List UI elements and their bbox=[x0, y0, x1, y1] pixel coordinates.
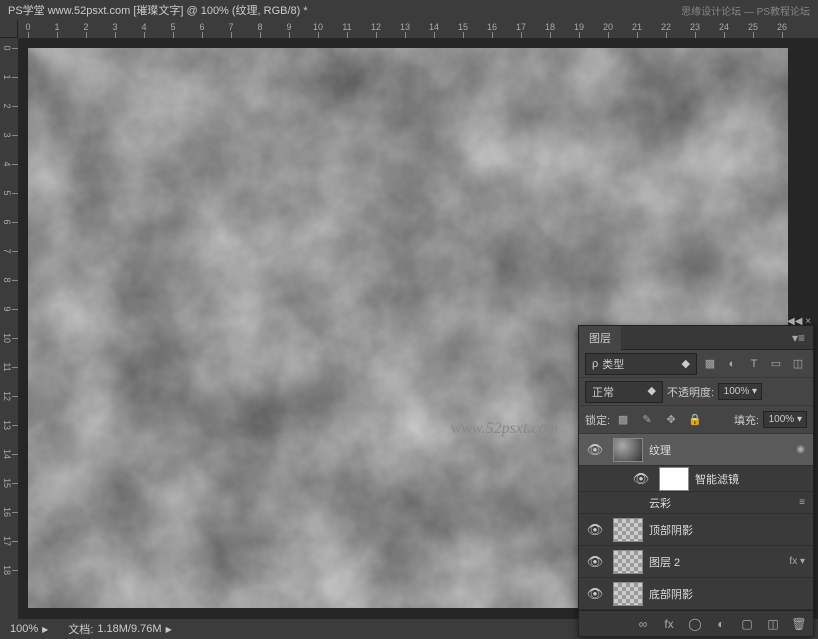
opacity-label: 不透明度: bbox=[667, 384, 714, 400]
filter-pixel-icon[interactable]: ▩ bbox=[701, 355, 719, 373]
blend-opacity-row: 正常◆ 不透明度: 100% ▾ bbox=[579, 378, 813, 406]
layer-name-label[interactable]: 云彩 bbox=[649, 495, 795, 511]
layer-fx-icon[interactable]: fx bbox=[661, 616, 677, 632]
filter-shape-icon[interactable]: ▭ bbox=[767, 355, 785, 373]
blend-mode-select[interactable]: 正常◆ bbox=[585, 381, 663, 403]
layer-item[interactable]: 云彩≡ bbox=[579, 492, 813, 514]
layers-panel-footer: ∞ fx ◯ ◐ ▢ ◫ 🗑 bbox=[579, 610, 813, 636]
link-layers-icon[interactable]: ∞ bbox=[635, 616, 651, 632]
smart-object-badge: ◉ bbox=[792, 444, 809, 455]
filter-toggle-icon[interactable]: ≡ bbox=[795, 497, 809, 508]
layer-thumbnail[interactable] bbox=[613, 582, 643, 606]
layer-name-label[interactable]: 底部阴影 bbox=[649, 586, 809, 602]
zoom-level[interactable]: 100% ▶ bbox=[10, 623, 48, 635]
panel-tab-bar: 图层 ▾≡ bbox=[579, 326, 813, 350]
visibility-toggle[interactable]: 👁 bbox=[583, 522, 607, 538]
visibility-toggle[interactable]: 👁 bbox=[583, 442, 607, 458]
filter-smart-icon[interactable]: ◫ bbox=[789, 355, 807, 373]
layer-filter-type[interactable]: ρ 类型 ◆ bbox=[585, 353, 697, 375]
filter-type-icon[interactable]: T bbox=[745, 355, 763, 373]
lock-position-icon[interactable]: ✥ bbox=[662, 411, 680, 429]
lock-transparent-icon[interactable]: ▩ bbox=[614, 411, 632, 429]
filter-adjustment-icon[interactable]: ◐ bbox=[723, 355, 741, 373]
watermark: www.52psxt.com bbox=[451, 420, 558, 438]
lock-all-icon[interactable]: 🔒 bbox=[686, 411, 704, 429]
visibility-toggle[interactable]: 👁 bbox=[583, 554, 607, 570]
ruler-origin[interactable] bbox=[0, 20, 18, 38]
layers-panel: ◀◀ × 图层 ▾≡ ρ 类型 ◆ ▩ ◐ T ▭ ◫ 正常◆ 不透明度: 10… bbox=[578, 325, 814, 637]
chevron-right-icon: ▶ bbox=[166, 625, 172, 634]
panel-collapse-button[interactable]: ◀◀ × bbox=[787, 316, 811, 327]
document-size[interactable]: 文档: 1.18M/9.76M ▶ bbox=[68, 621, 171, 637]
layer-item[interactable]: 👁 顶部阴影 bbox=[579, 514, 813, 546]
ruler-vertical[interactable]: 0123456789101112131415161718 bbox=[0, 38, 18, 620]
layer-name-label[interactable]: 顶部阴影 bbox=[649, 522, 809, 538]
layer-thumbnail[interactable] bbox=[613, 550, 643, 574]
group-icon[interactable]: ▢ bbox=[739, 616, 755, 632]
layer-thumbnail[interactable] bbox=[613, 518, 643, 542]
titlebar-right-text: 思缘设计论坛 — PS教程论坛 bbox=[681, 3, 810, 18]
lock-label: 锁定: bbox=[585, 412, 610, 428]
delete-layer-icon[interactable]: 🗑 bbox=[791, 616, 807, 632]
lock-paint-icon[interactable]: ✎ bbox=[638, 411, 656, 429]
title-bar: PS学堂 www.52psxt.com [璀璨文字] @ 100% (纹理, R… bbox=[0, 0, 818, 20]
layer-item[interactable]: 👁 纹理◉ bbox=[579, 434, 813, 466]
adjustment-layer-icon[interactable]: ◐ bbox=[713, 616, 729, 632]
layer-item[interactable]: 👁 底部阴影 bbox=[579, 578, 813, 610]
layer-item[interactable]: 👁 图层 2fx ▾ bbox=[579, 546, 813, 578]
layers-list: 👁 纹理◉ 👁 智能滤镜云彩≡ 👁 顶部阴影 👁 图层 2fx ▾ 👁 底部阴影 bbox=[579, 434, 813, 610]
panel-menu-button[interactable]: ▾≡ bbox=[784, 331, 813, 345]
tab-layers[interactable]: 图层 bbox=[579, 326, 621, 350]
layer-thumbnail[interactable] bbox=[613, 438, 643, 462]
layer-mask-icon[interactable]: ◯ bbox=[687, 616, 703, 632]
visibility-toggle[interactable]: 👁 bbox=[583, 586, 607, 602]
ruler-horizontal[interactable]: 0123456789101112131415161718192021222324… bbox=[18, 20, 818, 38]
document-title: PS学堂 www.52psxt.com [璀璨文字] @ 100% (纹理, R… bbox=[8, 2, 308, 18]
opacity-input[interactable]: 100% ▾ bbox=[718, 383, 762, 400]
layer-thumbnail[interactable] bbox=[659, 467, 689, 491]
visibility-toggle[interactable]: 👁 bbox=[629, 471, 653, 487]
layer-filter-row: ρ 类型 ◆ ▩ ◐ T ▭ ◫ bbox=[579, 350, 813, 378]
layer-name-label[interactable]: 纹理 bbox=[649, 442, 792, 458]
new-layer-icon[interactable]: ◫ bbox=[765, 616, 781, 632]
lock-fill-row: 锁定: ▩ ✎ ✥ 🔒 填充: 100% ▾ bbox=[579, 406, 813, 434]
layer-item[interactable]: 👁 智能滤镜 bbox=[579, 466, 813, 492]
fx-badge[interactable]: fx ▾ bbox=[785, 556, 809, 567]
layer-name-label[interactable]: 图层 2 bbox=[649, 554, 785, 570]
chevron-right-icon: ▶ bbox=[42, 625, 48, 634]
layer-name-label[interactable]: 智能滤镜 bbox=[695, 471, 809, 487]
fill-input[interactable]: 100% ▾ bbox=[763, 411, 807, 428]
fill-label: 填充: bbox=[734, 412, 759, 428]
